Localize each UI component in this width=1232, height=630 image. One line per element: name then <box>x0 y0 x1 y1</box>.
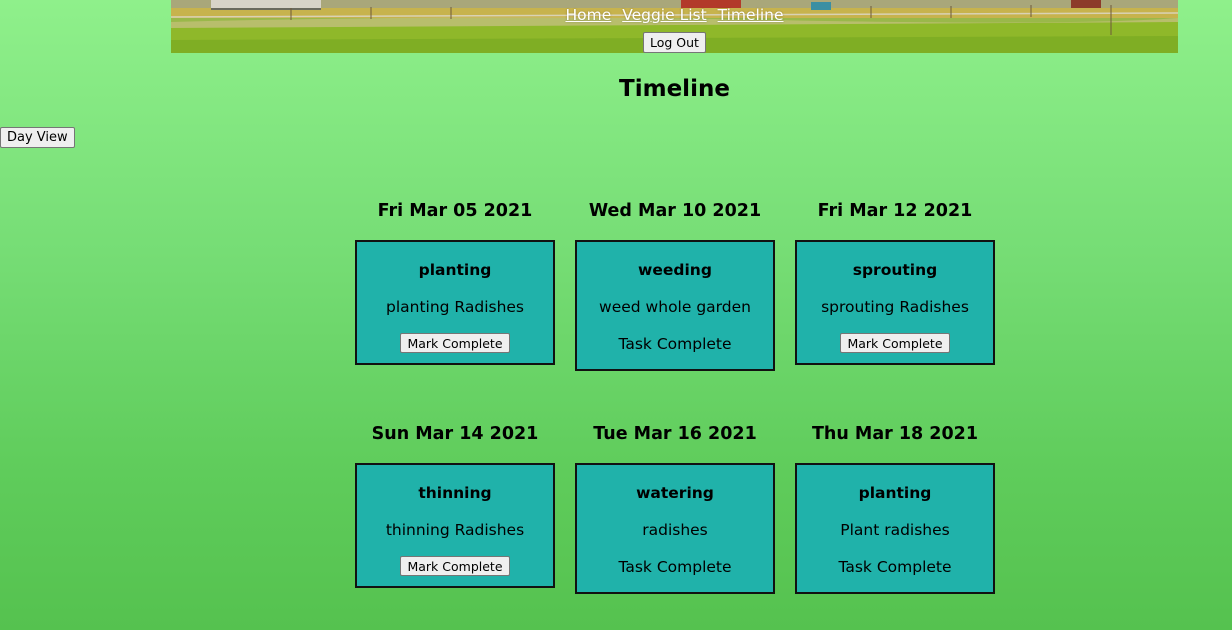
task-complete-status: Task Complete <box>618 335 732 353</box>
logout-button[interactable]: Log Out <box>643 32 706 53</box>
task-complete-status: Task Complete <box>618 558 732 576</box>
mark-complete-button[interactable]: Mark Complete <box>840 333 950 353</box>
day-date: Thu Mar 18 2021 <box>811 424 979 444</box>
task-card: thinning thinning Radishes Mark Complete <box>355 463 555 588</box>
task-description: thinning Radishes <box>385 521 525 539</box>
task-type: sprouting <box>852 261 938 279</box>
mark-complete-button[interactable]: Mark Complete <box>400 333 510 353</box>
timeline-day: Tue Mar 16 2021 watering radishes Task C… <box>575 420 775 594</box>
timeline-day: Wed Mar 10 2021 weeding weed whole garde… <box>575 197 775 371</box>
task-card: planting planting Radishes Mark Complete <box>355 240 555 365</box>
task-description: radishes <box>642 521 708 539</box>
main-nav: Home Veggie List Timeline <box>171 5 1178 25</box>
nav-link-veggie-list[interactable]: Veggie List <box>622 6 706 24</box>
task-type: planting <box>858 484 932 502</box>
task-type: planting <box>418 261 492 279</box>
nav-link-timeline[interactable]: Timeline <box>718 6 784 24</box>
header-banner: Home Veggie List Timeline Log Out <box>171 0 1178 53</box>
day-date: Wed Mar 10 2021 <box>588 201 762 221</box>
day-date: Tue Mar 16 2021 <box>593 424 757 444</box>
page-title: Timeline <box>619 76 730 102</box>
day-view-button[interactable]: Day View <box>0 127 75 148</box>
timeline-day: Sun Mar 14 2021 thinning thinning Radish… <box>355 420 555 588</box>
task-complete-status: Task Complete <box>838 558 952 576</box>
task-type: watering <box>636 484 714 502</box>
task-card: sprouting sprouting Radishes Mark Comple… <box>795 240 995 365</box>
task-card: weeding weed whole garden Task Complete <box>575 240 775 371</box>
task-description: Plant radishes <box>840 521 950 539</box>
timeline-day: Thu Mar 18 2021 planting Plant radishes … <box>795 420 995 594</box>
day-date: Sun Mar 14 2021 <box>371 424 539 444</box>
timeline-day: Fri Mar 05 2021 planting planting Radish… <box>355 197 555 365</box>
task-description: sprouting Radishes <box>821 298 969 316</box>
day-date: Fri Mar 05 2021 <box>377 201 533 221</box>
nav-link-home[interactable]: Home <box>565 6 611 24</box>
task-description: planting Radishes <box>385 298 525 316</box>
timeline-day: Fri Mar 12 2021 sprouting sprouting Radi… <box>795 197 995 365</box>
task-description: weed whole garden <box>599 298 751 316</box>
day-date: Fri Mar 12 2021 <box>817 201 973 221</box>
task-card: planting Plant radishes Task Complete <box>795 463 995 594</box>
task-card: watering radishes Task Complete <box>575 463 775 594</box>
task-type: thinning <box>418 484 492 502</box>
task-type: weeding <box>638 261 712 279</box>
mark-complete-button[interactable]: Mark Complete <box>400 556 510 576</box>
